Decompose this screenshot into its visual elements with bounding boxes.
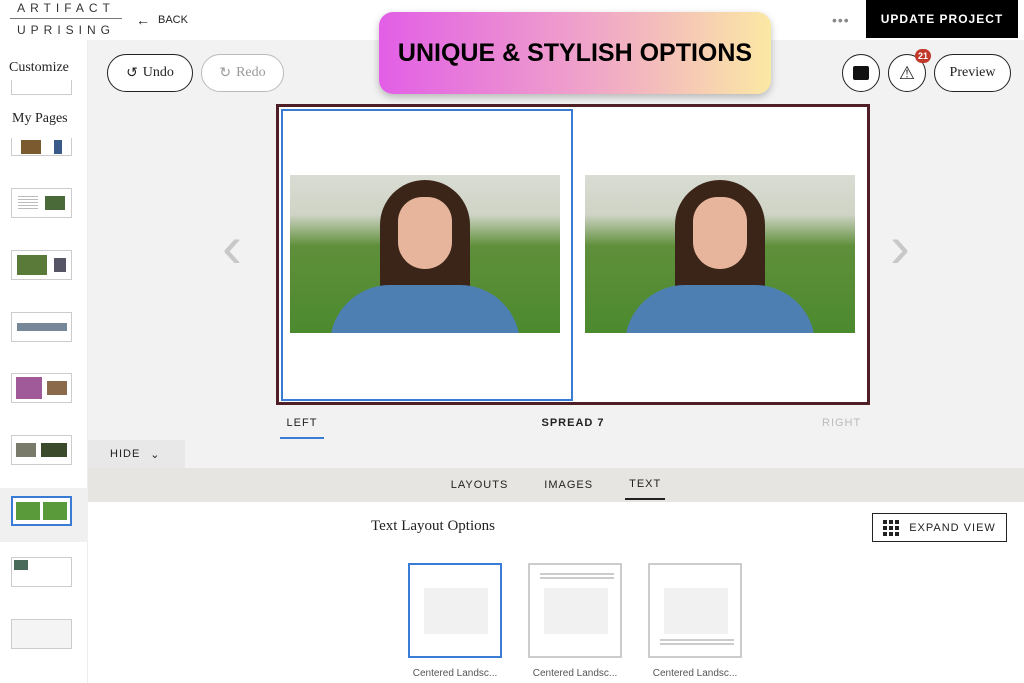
customize-heading[interactable]: Customize — [9, 60, 69, 76]
text-layout-option[interactable] — [528, 563, 622, 658]
next-spread-arrow[interactable]: › — [890, 212, 910, 281]
previous-spread-arrow[interactable]: ‹ — [222, 212, 242, 281]
tab-images[interactable]: IMAGES — [540, 471, 597, 499]
panel-tabs: LAYOUTS IMAGES TEXT — [88, 468, 1024, 502]
redo-button[interactable]: ↻ Redo — [201, 54, 284, 92]
right-page-tab[interactable]: RIGHT — [822, 417, 861, 429]
comment-icon — [853, 66, 869, 80]
warning-icon: ⚠ — [898, 62, 916, 83]
page-thumbnail-selected[interactable] — [11, 496, 72, 526]
update-project-button[interactable]: UPDATE PROJECT — [866, 0, 1018, 38]
undo-label: Undo — [142, 65, 174, 80]
page-thumbnail[interactable] — [11, 373, 72, 403]
chevron-down-icon: ⌄ — [150, 448, 161, 461]
promo-banner: UNIQUE & STYLISH OPTIONS — [379, 12, 771, 94]
undo-icon: ↺ — [126, 65, 138, 81]
more-options-button[interactable]: ••• — [832, 12, 850, 28]
spread-title: SPREAD 7 — [541, 417, 605, 429]
page-thumbnail[interactable] — [11, 188, 72, 218]
section-title: Text Layout Options — [371, 518, 495, 534]
cover-thumbnail[interactable] — [11, 80, 72, 95]
logo-text-bottom: UPRISING — [16, 23, 115, 37]
grid-icon — [883, 519, 900, 536]
expand-label: EXPAND VIEW — [909, 521, 996, 534]
option-label: Centered Landsc... — [532, 668, 618, 679]
hide-label: HIDE — [110, 448, 141, 460]
redo-icon: ↻ — [219, 65, 232, 81]
tab-layouts[interactable]: LAYOUTS — [447, 471, 513, 499]
alerts-badge: 21 — [914, 49, 931, 63]
arrow-left-icon: ← — [136, 12, 150, 28]
sidebar: Customize My Pages — [0, 40, 88, 683]
back-button[interactable]: ← BACK — [136, 12, 188, 28]
undo-button[interactable]: ↺ Undo — [107, 54, 193, 92]
logo-divider — [10, 18, 122, 19]
logo-text-top: ARTIFACT — [17, 1, 115, 15]
text-layout-option[interactable] — [648, 563, 742, 658]
preview-button[interactable]: Preview — [934, 54, 1011, 92]
redo-label: Redo — [236, 65, 266, 80]
page-thumbnail[interactable] — [11, 619, 72, 649]
my-pages-heading: My Pages — [12, 111, 68, 126]
expand-view-button[interactable]: EXPAND VIEW — [872, 513, 1007, 542]
tab-text[interactable]: TEXT — [625, 470, 666, 500]
option-label: Centered Landsc... — [412, 668, 498, 679]
page-thumbnail[interactable] — [11, 312, 72, 342]
spread-page — [276, 104, 870, 405]
portrait-photo-left[interactable] — [290, 175, 560, 333]
page-thumbnail[interactable] — [11, 250, 72, 280]
option-label: Centered Landsc... — [652, 668, 738, 679]
portrait-photo-right[interactable] — [585, 175, 855, 333]
text-layout-option-selected[interactable] — [408, 563, 502, 658]
page-thumbnail[interactable] — [11, 435, 72, 465]
comments-button[interactable] — [842, 54, 880, 92]
page-thumbnail[interactable] — [11, 138, 72, 156]
left-page-tab[interactable]: LEFT — [280, 417, 324, 439]
warnings-button[interactable]: ⚠ 21 — [888, 49, 931, 92]
hide-panel-button[interactable]: HIDE ⌄ — [88, 440, 185, 468]
back-label: BACK — [158, 14, 188, 26]
page-thumbnail[interactable] — [11, 557, 72, 587]
